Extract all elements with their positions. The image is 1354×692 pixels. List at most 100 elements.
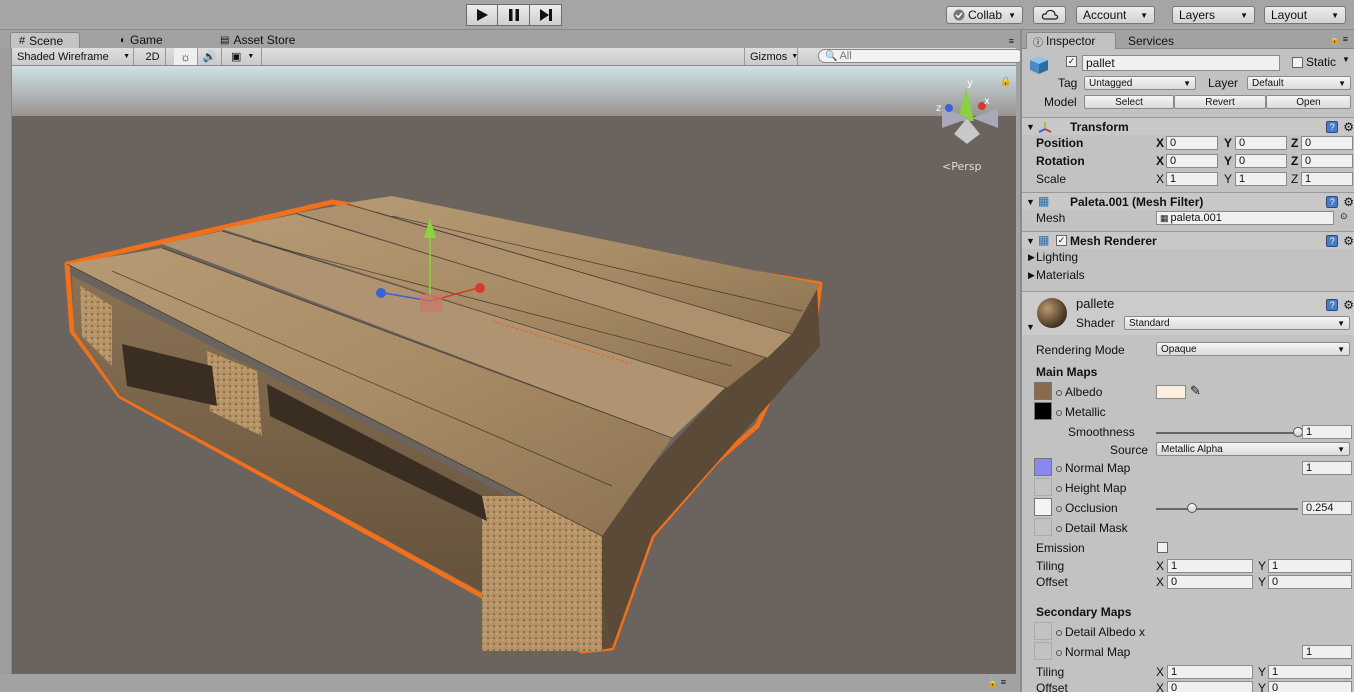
tag-dropdown[interactable]: Untagged ▼ [1084,76,1196,90]
detail-albedo-texture-slot[interactable] [1034,622,1052,640]
secondary-normal-field[interactable]: 1 [1302,645,1352,659]
model-select-button[interactable]: Select [1084,95,1174,109]
detail-mask-texture-slot[interactable] [1034,518,1052,536]
secondary-normal-texture-slot[interactable] [1034,642,1052,660]
occlusion-slider-knob[interactable] [1187,503,1198,513]
picker-dot-icon[interactable] [1056,465,1062,472]
rotation-y-field[interactable]: 0 [1235,154,1287,168]
layers-dropdown[interactable]: Layers ▼ [1172,6,1255,24]
shader-dropdown[interactable]: Standard ▼ [1124,316,1350,330]
help-icon[interactable]: ? [1326,121,1339,133]
tab-asset-store[interactable]: ▤ Asset Store [212,32,303,48]
layer-dropdown[interactable]: Default ▼ [1247,76,1351,90]
albedo-color-field[interactable] [1156,385,1186,399]
secondary-tiling-x-field[interactable]: 1 [1167,665,1253,679]
audio-toggle[interactable]: 🔊 [198,48,222,65]
position-z-field[interactable]: 0 [1301,136,1353,150]
offset-y-field[interactable]: 0 [1268,575,1352,589]
play-button[interactable] [466,4,498,26]
normal-map-texture-slot[interactable] [1034,458,1052,476]
mesh-renderer-checkbox[interactable]: ✓ [1056,235,1067,246]
normal-map-field[interactable]: 1 [1302,461,1352,475]
picker-dot-icon[interactable] [1056,409,1062,416]
occlusion-slider-track[interactable] [1156,508,1298,510]
mesh-renderer-header[interactable]: ▼ ▦ ✓ Mesh Renderer ? ⚙ [1022,231,1354,249]
gizmo-center[interactable] [420,294,442,312]
tiling-x-field[interactable]: 1 [1167,559,1253,573]
lighting-foldout[interactable]: ▶ Lighting [1022,248,1354,266]
offset-x-field[interactable]: 0 [1167,575,1253,589]
tab-services[interactable]: Services [1122,32,1180,49]
picker-dot-icon[interactable] [1056,525,1062,532]
rotation-x-field[interactable]: 0 [1166,154,1218,168]
picker-dot-icon[interactable] [1056,389,1062,396]
secondary-tiling-y-field[interactable]: 1 [1268,665,1352,679]
effects-dropdown[interactable]: ▣ ▼ [226,48,262,65]
gizmo-z-handle[interactable] [376,288,386,298]
picker-dot-icon[interactable] [1056,485,1062,492]
object-picker-icon[interactable]: ⊙ [1340,211,1348,222]
rotation-z-field[interactable]: 0 [1301,154,1353,168]
secondary-offset-y-field[interactable]: 0 [1268,681,1352,692]
gear-icon[interactable]: ⚙ [1343,298,1354,312]
model-revert-button[interactable]: Revert [1174,95,1266,109]
materials-foldout[interactable]: ▶ Materials [1022,266,1354,284]
help-icon[interactable]: ? [1326,196,1339,208]
occlusion-field[interactable]: 0.254 [1302,501,1352,515]
albedo-texture-slot[interactable] [1034,382,1052,400]
lighting-toggle[interactable]: ☼ [174,48,198,65]
pause-button[interactable] [498,4,530,26]
cloud-button[interactable] [1033,6,1066,24]
account-dropdown[interactable]: Account ▼ [1076,6,1155,24]
tab-inspector[interactable]: ⓘ Inspector [1026,32,1116,49]
gizmo-x-handle[interactable] [475,283,485,293]
metallic-texture-slot[interactable] [1034,402,1052,420]
picker-dot-icon[interactable] [1056,629,1062,636]
mesh-filter-header[interactable]: ▼ ▦ Paleta.001 (Mesh Filter) ? ⚙ [1022,192,1354,210]
source-dropdown[interactable]: Metallic Alpha ▼ [1156,442,1350,456]
lock-icon[interactable]: 🔒 [1000,76,1011,86]
transform-header[interactable]: ▼ Transform ? ⚙ [1022,117,1354,135]
gear-icon[interactable]: ⚙ [1343,195,1354,209]
secondary-offset-x-field[interactable]: 0 [1167,681,1253,692]
scale-x-field[interactable]: 1 [1166,172,1218,186]
occlusion-texture-slot[interactable] [1034,498,1052,516]
step-button[interactable] [530,4,562,26]
object-name-input[interactable]: pallet [1082,55,1280,71]
rendering-mode-dropdown[interactable]: Opaque ▼ [1156,342,1350,356]
scene-search-input[interactable]: 🔍 All [818,49,1024,63]
active-checkbox[interactable]: ✓ [1066,56,1077,67]
position-y-field[interactable]: 0 [1235,136,1287,150]
gear-icon[interactable]: ⚙ [1343,234,1354,248]
emission-checkbox[interactable] [1157,542,1168,553]
toggle-2d-button[interactable]: 2D [140,48,166,65]
chevron-down-icon[interactable]: ▼ [1342,55,1350,64]
scene-viewport[interactable]: x y z <Persp 🔒 [12,66,1016,674]
tiling-y-field[interactable]: 1 [1268,559,1352,573]
static-checkbox[interactable] [1292,57,1303,68]
layout-dropdown[interactable]: Layout ▼ [1264,6,1346,24]
help-icon[interactable]: ? [1326,299,1339,311]
lock-icon[interactable]: 🔒 ≡ [1329,34,1348,45]
picker-dot-icon[interactable] [1056,649,1062,656]
smoothness-field[interactable]: 1 [1302,425,1352,439]
projection-label[interactable]: <Persp [942,160,981,173]
panel-menu-icon[interactable]: ≡ [1009,36,1014,46]
position-x-field[interactable]: 0 [1166,136,1218,150]
gear-icon[interactable]: ⚙ [1343,120,1354,134]
collab-dropdown[interactable]: Collab ▼ [946,6,1023,24]
material-header[interactable]: pallete Shader Standard ▼ ▼ ? ⚙ [1022,291,1354,335]
scale-z-field[interactable]: 1 [1301,172,1353,186]
height-map-texture-slot[interactable] [1034,478,1052,496]
picker-dot-icon[interactable] [1056,505,1062,512]
tab-game[interactable]: ◐ Game [112,32,171,48]
model-open-button[interactable]: Open [1266,95,1351,109]
smoothness-slider-track[interactable] [1156,432,1298,434]
tab-scene[interactable]: # Scene [10,32,80,48]
mesh-object-field[interactable]: ▦ paleta.001 [1156,211,1334,225]
scale-y-field[interactable]: 1 [1235,172,1287,186]
help-icon[interactable]: ? [1326,235,1339,247]
gizmos-dropdown[interactable]: Gizmos ▼ [744,48,798,65]
draw-mode-dropdown[interactable]: Shaded Wireframe ▼ [12,48,134,65]
lock-icon[interactable]: 🔒 ≡ [987,677,1006,688]
